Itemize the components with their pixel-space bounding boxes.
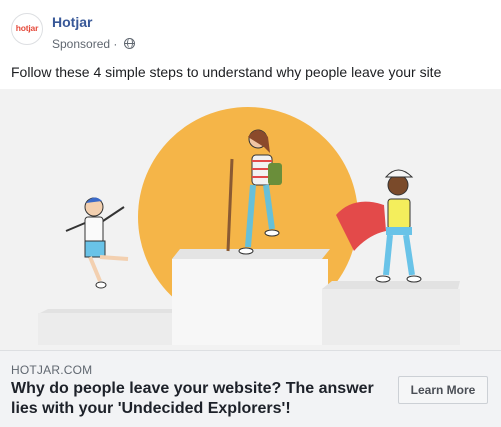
- separator: ·: [113, 37, 118, 51]
- sponsored-label[interactable]: Sponsored: [52, 37, 110, 51]
- page-avatar[interactable]: hotjar: [11, 13, 43, 45]
- link-domain: HOTJAR.COM: [11, 363, 93, 377]
- podium-illustration: [38, 107, 460, 345]
- globe-icon[interactable]: [123, 38, 135, 49]
- link-headline[interactable]: Why do people leave your website? The an…: [11, 379, 381, 419]
- hotjar-logo: hotjar: [15, 23, 39, 33]
- learn-more-button[interactable]: Learn More: [398, 376, 488, 404]
- link-preview[interactable]: HOTJAR.COM Why do people leave your webs…: [0, 350, 501, 427]
- post-text: Follow these 4 simple steps to understan…: [11, 64, 442, 80]
- sponsored-row: Sponsored ·: [52, 37, 135, 51]
- ad-image[interactable]: [0, 89, 501, 350]
- left-character: [65, 197, 129, 289]
- sponsored-post: hotjar Hotjar Sponsored · Follow these 4…: [0, 0, 501, 427]
- page-name-link[interactable]: Hotjar: [52, 14, 92, 30]
- podium: [38, 249, 460, 345]
